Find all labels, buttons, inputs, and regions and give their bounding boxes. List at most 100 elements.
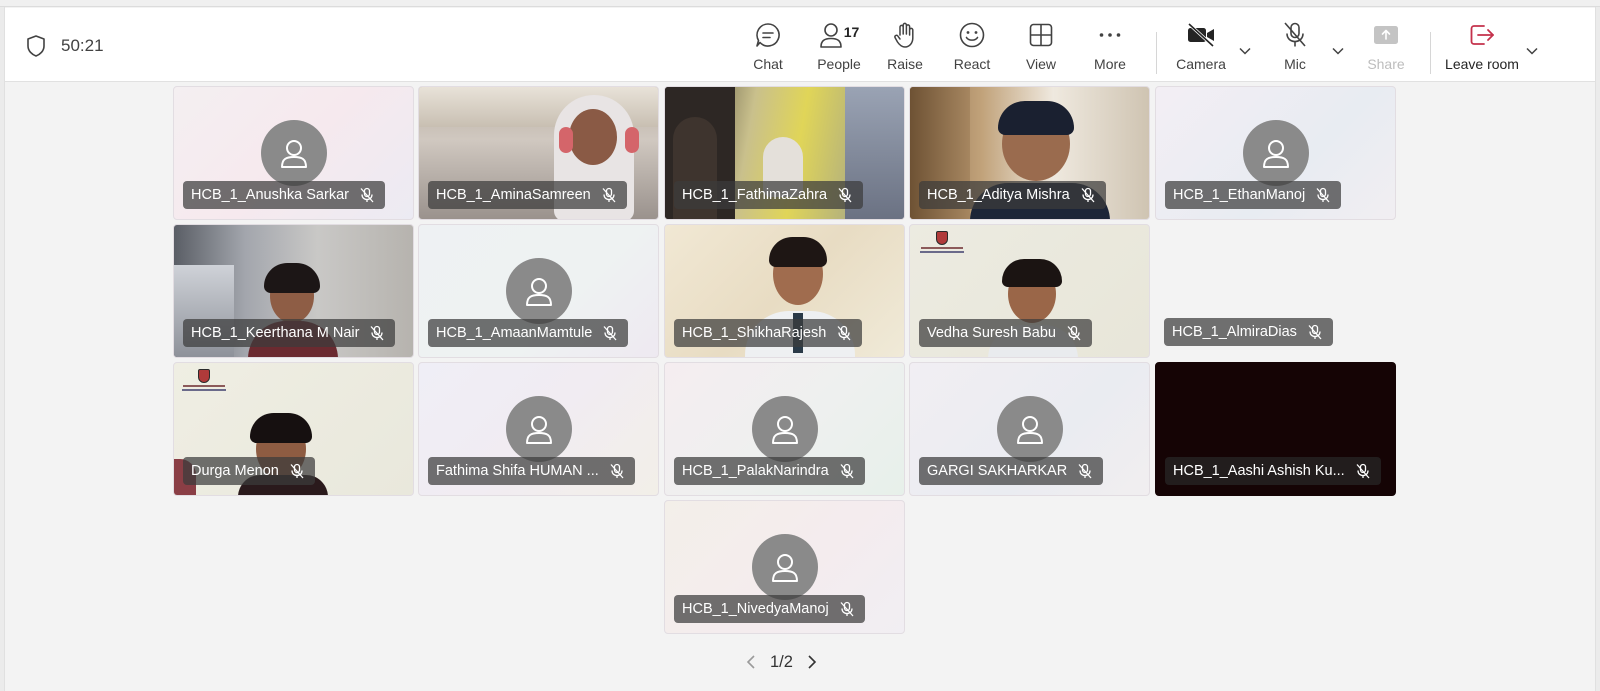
participant-name: HCB_1_Aditya Mishra: [927, 187, 1070, 203]
muted-mic-icon: [360, 187, 374, 203]
muted-mic-icon: [840, 601, 854, 617]
participant-tile[interactable]: GARGI SAKHARKAR: [909, 362, 1150, 496]
participant-tile[interactable]: HCB_1_Aditya Mishra: [909, 86, 1150, 220]
participant-tile[interactable]: Fathima Shifa HUMAN ...: [418, 362, 659, 496]
participant-name: Fathima Shifa HUMAN ...: [436, 463, 599, 479]
school-logo: [180, 369, 228, 403]
mic-options-chevron-icon[interactable]: [1331, 46, 1345, 56]
share-label: Share: [1367, 56, 1405, 72]
grid-view-icon: [1029, 23, 1053, 47]
participant-tile[interactable]: HCB_1_EthanManoj: [1155, 86, 1396, 220]
hand-icon: [894, 22, 914, 48]
participant-tile[interactable]: HCB_1_AmaanMamtule: [418, 224, 659, 358]
participant-tile[interactable]: Vedha Suresh Babu: [909, 224, 1150, 358]
participant-name-tag: HCB_1_ShikhaRajesh: [674, 319, 863, 347]
avatar: [751, 534, 818, 600]
muted-mic-icon: [1308, 324, 1322, 340]
participant-name: HCB_1_EthanManoj: [1173, 187, 1306, 203]
camera-button[interactable]: Camera: [1171, 20, 1231, 80]
avatar: [751, 396, 818, 462]
next-page-button[interactable]: [805, 654, 819, 670]
muted-mic-icon: [1081, 187, 1095, 203]
muted-mic-icon: [838, 187, 852, 203]
mic-off-icon: [1284, 22, 1306, 47]
person-icon: [1016, 416, 1043, 444]
participant-tile[interactable]: HCB_1_Aashi Ashish Ku...: [1155, 362, 1396, 496]
person-icon: [525, 416, 552, 444]
raise-label: Raise: [887, 56, 923, 72]
muted-mic-icon: [1067, 325, 1081, 341]
participant-name-tag: HCB_1_AminaSamreen: [428, 181, 627, 209]
view-label: View: [1025, 56, 1057, 72]
muted-mic-icon: [290, 463, 304, 479]
participant-name: HCB_1_AmaanMamtule: [436, 325, 593, 341]
participant-tile[interactable]: HCB_1_PalakNarindra: [664, 362, 905, 496]
leave-label: Leave room: [1445, 56, 1519, 72]
participant-name: GARGI SAKHARKAR: [927, 463, 1068, 479]
muted-mic-icon: [1356, 463, 1370, 479]
muted-mic-icon: [1078, 463, 1092, 479]
chat-icon: [756, 23, 780, 47]
participant-name: Vedha Suresh Babu: [927, 325, 1056, 341]
chat-button[interactable]: Chat: [746, 20, 790, 80]
participant-tile[interactable]: HCB_1_ShikhaRajesh: [664, 224, 905, 358]
people-label: People: [817, 56, 861, 72]
participant-tile[interactable]: HCB_1_FathimaZahra: [664, 86, 905, 220]
toolbar-divider: [1156, 32, 1157, 74]
participant-tile[interactable]: Durga Menon: [173, 362, 414, 496]
participant-name-tag: HCB_1_AlmiraDias: [1164, 318, 1333, 346]
share-icon: [1374, 26, 1398, 44]
participant-tile[interactable]: HCB_1_Keerthana M Nair: [173, 224, 414, 358]
participant-name: HCB_1_FathimaZahra: [682, 187, 828, 203]
leave-options-chevron-icon[interactable]: [1525, 46, 1539, 56]
participant-name: HCB_1_Aashi Ashish Ku...: [1173, 463, 1345, 479]
gallery-pager: 1/2: [744, 652, 819, 672]
page-indicator: 1/2: [770, 652, 793, 671]
raise-hand-button[interactable]: Raise: [883, 20, 927, 80]
react-label: React: [953, 56, 991, 72]
camera-off-icon: [1187, 22, 1215, 48]
participant-name-tag: HCB_1_Aditya Mishra: [919, 181, 1106, 209]
share-button[interactable]: Share: [1364, 20, 1408, 80]
participant-name-tag: HCB_1_NivedyaManoj: [674, 595, 865, 623]
participant-tile[interactable]: HCB_1_AlmiraDias: [1155, 224, 1396, 358]
previous-page-button[interactable]: [744, 654, 758, 670]
mic-button[interactable]: Mic: [1273, 20, 1317, 80]
react-button[interactable]: React: [950, 20, 994, 80]
leave-room-button[interactable]: Leave room: [1441, 20, 1523, 80]
participant-name-tag: HCB_1_Keerthana M Nair: [183, 319, 396, 347]
leave-icon: [1470, 25, 1494, 45]
participant-name: HCB_1_Anushka Sarkar: [191, 187, 349, 203]
participant-name-tag: Fathima Shifa HUMAN ...: [428, 457, 635, 485]
participant-name: HCB_1_PalakNarindra: [682, 463, 829, 479]
shield-icon: [27, 35, 45, 57]
avatar: [996, 396, 1063, 462]
more-button[interactable]: More: [1088, 20, 1132, 80]
participant-name-tag: HCB_1_EthanManoj: [1165, 181, 1342, 209]
person-icon: [771, 554, 798, 582]
person-icon: [771, 416, 798, 444]
participant-tile[interactable]: HCB_1_AminaSamreen: [418, 86, 659, 220]
more-label: More: [1094, 56, 1126, 72]
people-button[interactable]: 17 People: [809, 20, 869, 80]
muted-mic-icon: [602, 187, 616, 203]
meeting-timer: 50:21: [61, 36, 104, 55]
person-icon: [525, 278, 552, 306]
camera-options-chevron-icon[interactable]: [1238, 46, 1252, 56]
participant-tile[interactable]: HCB_1_Anushka Sarkar: [173, 86, 414, 220]
muted-mic-icon: [610, 463, 624, 479]
participant-tile[interactable]: HCB_1_NivedyaManoj: [664, 500, 905, 634]
participant-name: HCB_1_Keerthana M Nair: [191, 325, 360, 341]
window-top-strip: [0, 0, 1600, 7]
participant-name: HCB_1_AminaSamreen: [436, 187, 591, 203]
avatar: [505, 396, 572, 462]
chat-label: Chat: [753, 56, 783, 72]
more-icon: [1099, 33, 1121, 37]
participant-name-tag: HCB_1_Aashi Ashish Ku...: [1165, 457, 1381, 485]
chevron-right-icon: [808, 655, 817, 669]
participant-name-tag: Vedha Suresh Babu: [919, 319, 1092, 347]
participant-name-tag: HCB_1_FathimaZahra: [674, 181, 864, 209]
view-button[interactable]: View: [1019, 20, 1063, 80]
people-icon: [819, 23, 842, 48]
chevron-left-icon: [746, 655, 755, 669]
